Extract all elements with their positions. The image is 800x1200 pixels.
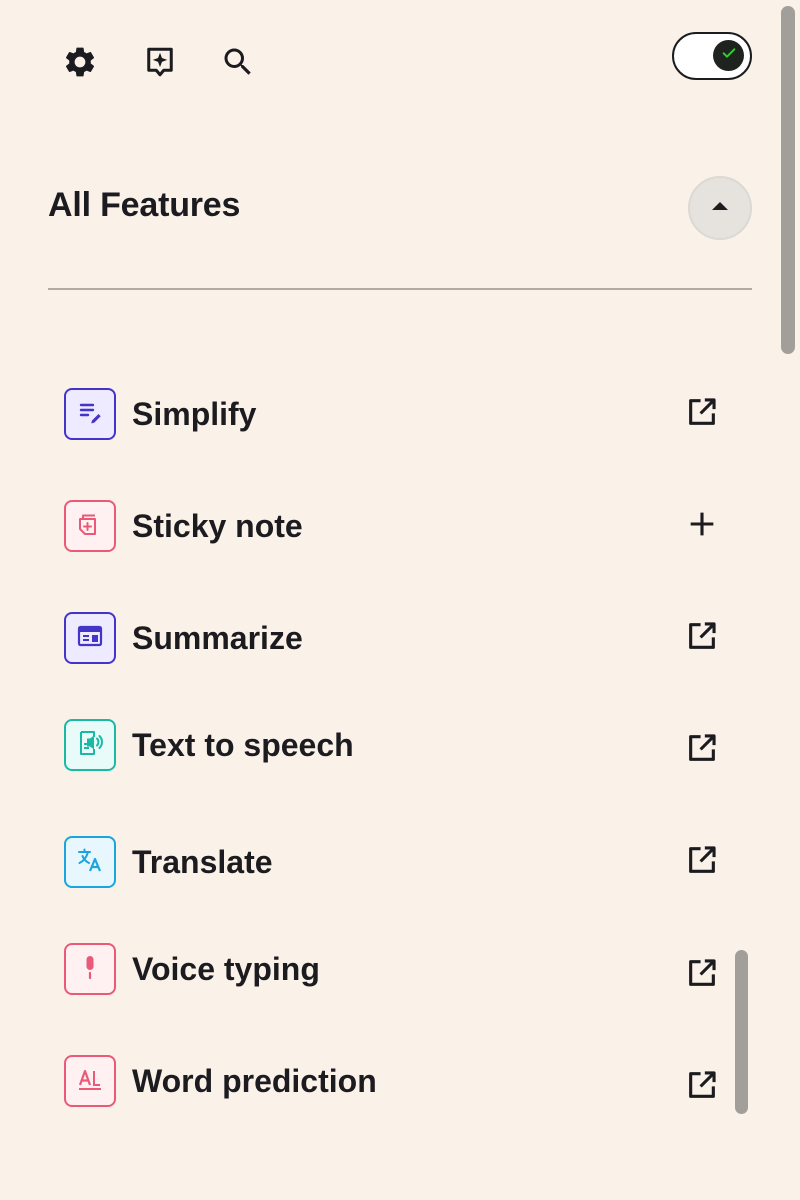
open-external-icon (685, 731, 719, 770)
collapse-button[interactable] (688, 176, 752, 240)
open-external-button[interactable] (684, 620, 720, 656)
feature-icon-box (64, 943, 116, 995)
extension-toggle[interactable] (672, 32, 752, 80)
feature-icon-box (64, 388, 116, 440)
feature-row-voice-typing[interactable]: Voice typing (48, 929, 738, 1009)
settings-button[interactable] (56, 40, 104, 88)
plus-icon (685, 507, 719, 546)
feature-label: Word prediction (132, 1063, 377, 1099)
simplify-icon (74, 396, 106, 433)
feature-label: Text to speech (132, 727, 354, 763)
toggle-knob (713, 40, 744, 71)
open-external-button[interactable] (684, 957, 720, 993)
word-prediction-icon (74, 1063, 106, 1100)
feature-label: Summarize (132, 620, 303, 656)
open-external-icon (685, 395, 719, 434)
feature-label: Voice typing (132, 951, 320, 987)
feature-icon-box (64, 500, 116, 552)
feature-label: Sticky note (132, 508, 303, 544)
search-icon (220, 44, 256, 85)
microphone-icon (74, 951, 106, 988)
open-external-icon (685, 956, 719, 995)
ai-assistant-button[interactable] (136, 40, 184, 88)
feature-row-translate[interactable]: Translate (48, 822, 738, 902)
sticky-note-icon (74, 508, 106, 545)
divider (48, 288, 752, 290)
summarize-icon (74, 620, 106, 657)
features-panel: All Features Simplify Sticky note Summar… (0, 0, 800, 1200)
feature-row-word-prediction[interactable]: Word prediction (48, 1041, 738, 1121)
open-external-icon (685, 619, 719, 658)
open-external-button[interactable] (684, 396, 720, 432)
open-external-button[interactable] (684, 1069, 720, 1105)
feature-row-sticky-note[interactable]: Sticky note (48, 486, 738, 566)
caret-up-icon (709, 199, 731, 218)
gear-icon (62, 44, 98, 85)
check-icon (721, 45, 737, 66)
open-external-icon (685, 843, 719, 882)
feature-label: Translate (132, 844, 273, 880)
feature-icon-box (64, 1055, 116, 1107)
feature-icon-box (64, 836, 116, 888)
open-external-button[interactable] (684, 844, 720, 880)
section-title: All Features (48, 186, 241, 224)
panel-scrollbar[interactable] (781, 6, 795, 354)
translate-icon (74, 844, 106, 881)
add-button[interactable] (684, 508, 720, 544)
feature-label: Simplify (132, 396, 257, 432)
search-button[interactable] (214, 40, 262, 88)
feature-icon-box (64, 612, 116, 664)
open-external-button[interactable] (684, 732, 720, 768)
feature-row-text-to-speech[interactable]: Text to speech (48, 705, 738, 785)
open-external-icon (685, 1068, 719, 1107)
features-list-scrollbar[interactable] (735, 950, 748, 1114)
feature-row-summarize[interactable]: Summarize (48, 598, 738, 678)
text-to-speech-icon (74, 727, 106, 764)
feature-row-simplify[interactable]: Simplify (48, 374, 738, 454)
feature-icon-box (64, 719, 116, 771)
sparkle-chat-icon (142, 44, 178, 85)
